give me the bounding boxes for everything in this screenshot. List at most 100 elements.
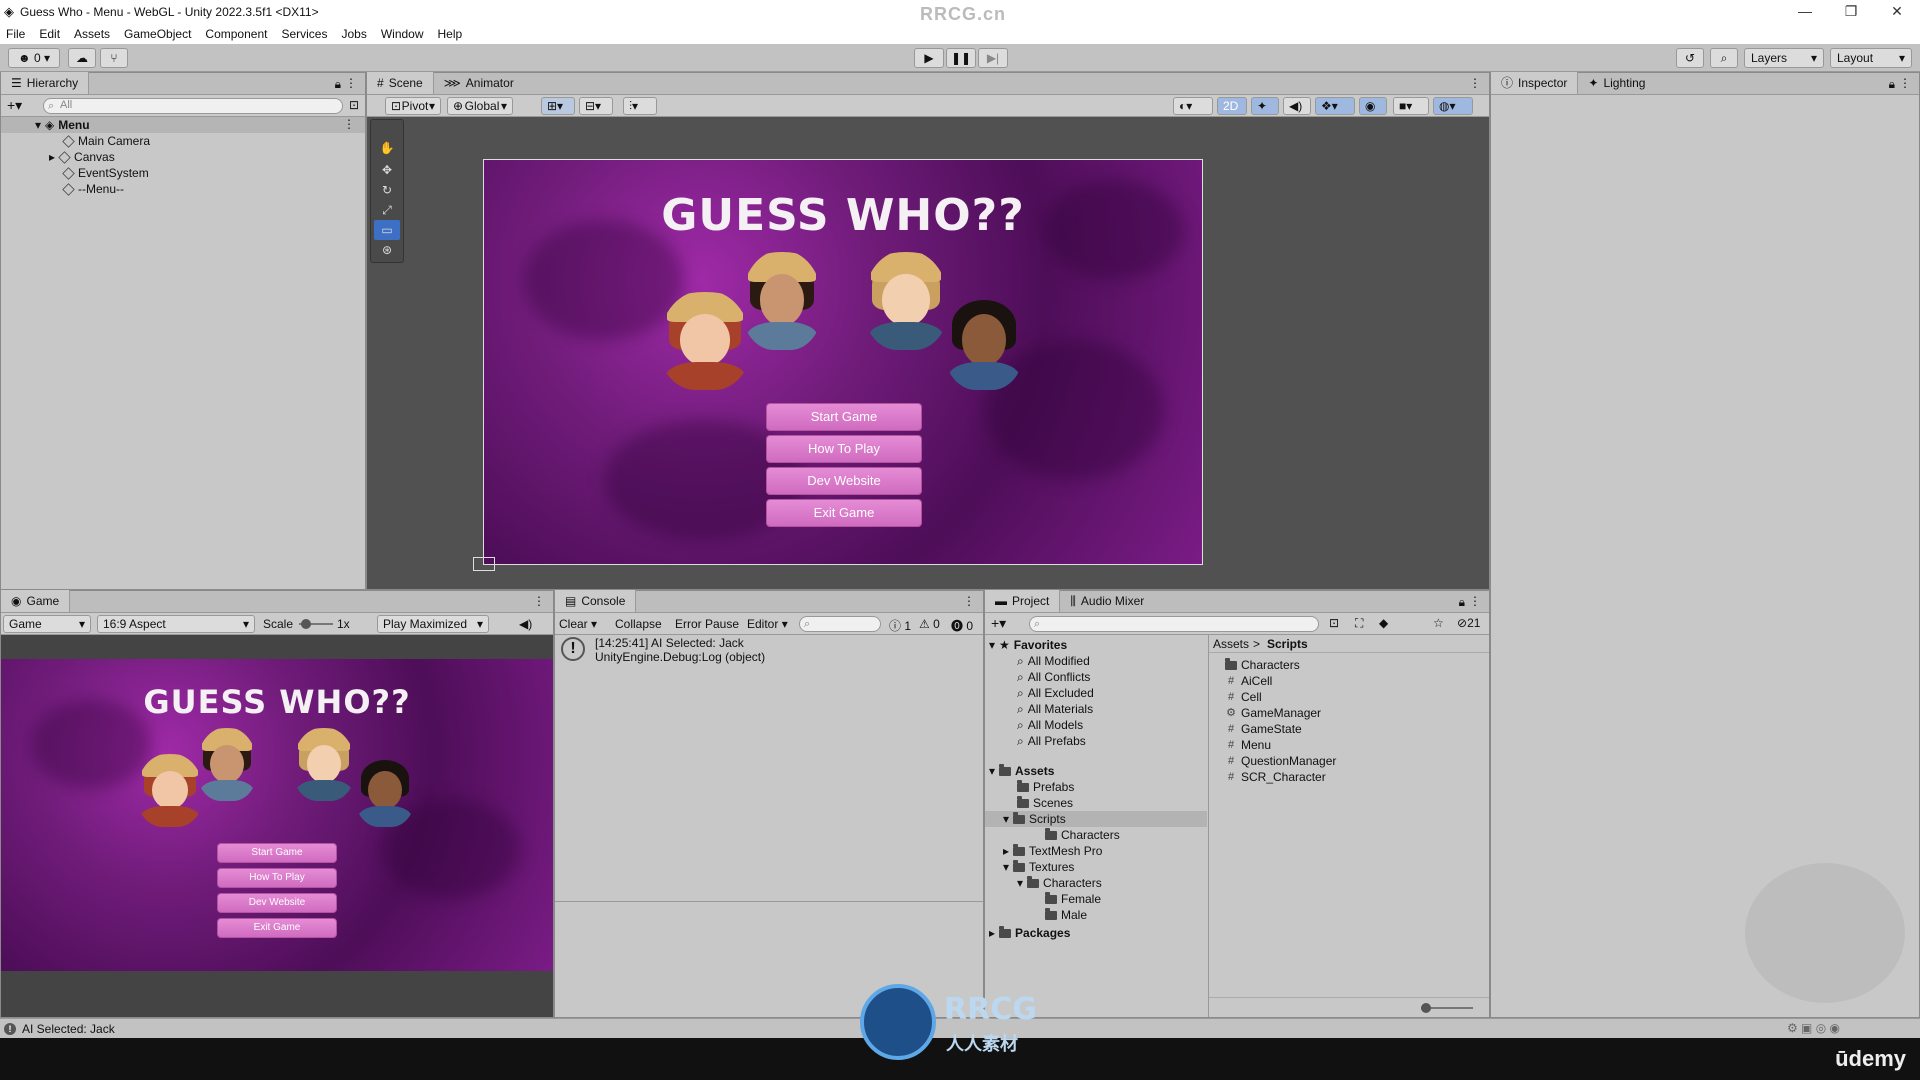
file-item[interactable]: # SCR_Character <box>1225 769 1326 785</box>
menu-jobs[interactable]: Jobs <box>341 27 366 41</box>
file-item[interactable]: # AiCell <box>1225 673 1272 689</box>
lock-icon[interactable]: 🔒︎ <box>335 77 341 92</box>
menu-gameobject[interactable]: GameObject <box>124 27 191 41</box>
favorite-item[interactable]: ⌕ All Conflicts <box>1017 669 1090 685</box>
how-to-play-button[interactable]: How To Play <box>217 868 337 888</box>
favorite-star-icon[interactable]: ☆ <box>1433 616 1444 630</box>
pivot-dropdown[interactable]: ⊡ Pivot ▾ <box>385 97 441 115</box>
camera-dropdown[interactable]: ■▾ <box>1393 97 1429 115</box>
info-count-toggle[interactable]: ⓘ 1 <box>889 617 911 634</box>
console-entry[interactable]: ! [14:25:41] AI Selected: Jack UnityEngi… <box>555 635 983 665</box>
filter-label-icon[interactable]: ◆ <box>1379 616 1388 630</box>
hierarchy-item-eventsystem[interactable]: EventSystem <box>62 165 149 181</box>
tab-console[interactable]: ▤ Console <box>555 590 637 612</box>
folder-prefabs[interactable]: Prefabs <box>1017 779 1074 795</box>
folder-textures-characters[interactable]: ▾ Characters <box>1017 875 1102 891</box>
tab-game[interactable]: ◉ Game <box>1 590 71 612</box>
lighting-toggle[interactable]: ✦ <box>1251 97 1279 115</box>
hand-tool-icon[interactable]: ✋ <box>374 138 400 158</box>
toggle-2d-button[interactable]: 2D <box>1217 97 1247 115</box>
clear-button[interactable]: Clear ▾ <box>559 617 597 631</box>
scale-slider[interactable] <box>299 619 333 629</box>
kebab-menu-icon[interactable]: ⋮ <box>345 76 357 90</box>
effects-dropdown[interactable]: ❖▾ <box>1315 97 1355 115</box>
maximize-button[interactable]: ❐ <box>1828 0 1874 24</box>
gizmos-dropdown[interactable]: ◍▾ <box>1433 97 1473 115</box>
shading-dropdown[interactable]: ◐▾ <box>1173 97 1213 115</box>
audio-toggle[interactable]: ◀) <box>1283 97 1311 115</box>
folder-textmesh-pro[interactable]: ▸ TextMesh Pro <box>1003 843 1102 859</box>
favorite-item[interactable]: ⌕ All Models <box>1017 717 1083 733</box>
minimize-button[interactable]: — <box>1782 0 1828 24</box>
aspect-dropdown[interactable]: 16:9 Aspect ▾ <box>97 615 255 633</box>
packages-folder[interactable]: ▸ Packages <box>989 925 1070 941</box>
folder-male[interactable]: Male <box>1045 907 1087 923</box>
filter-type-icon[interactable]: ⛶ <box>1355 616 1363 631</box>
scale-slider-handle[interactable] <box>301 619 311 629</box>
global-dropdown[interactable]: ⊕ Global ▾ <box>447 97 513 115</box>
lock-icon[interactable]: 🔒︎ <box>1459 595 1465 610</box>
warning-count-toggle[interactable]: ⚠ 0 <box>919 617 940 631</box>
display-dropdown[interactable]: Game ▾ <box>3 615 91 633</box>
play-button[interactable]: ▶ <box>914 48 944 68</box>
history-button[interactable]: ↺ <box>1676 48 1704 68</box>
file-item[interactable]: # GameState <box>1225 721 1302 737</box>
menu-edit[interactable]: Edit <box>39 27 60 41</box>
tab-audio-mixer[interactable]: ⫼ Audio Mixer <box>1060 590 1154 612</box>
status-message[interactable]: AI Selected: Jack <box>22 1022 115 1036</box>
lock-icon[interactable]: 🔒︎ <box>1889 77 1895 92</box>
transform-tool-icon[interactable]: ⊛ <box>374 240 400 260</box>
scene-row[interactable]: ▾ ◈ Menu <box>35 117 90 133</box>
error-count-toggle[interactable]: ⓿ 0 <box>951 617 973 634</box>
layout-dropdown[interactable]: Layout ▾ <box>1830 48 1912 68</box>
scene-search-icon[interactable]: ⊡ <box>349 98 359 112</box>
play-mode-dropdown[interactable]: Play Maximized ▾ <box>377 615 489 633</box>
file-item[interactable]: # Cell <box>1225 689 1262 705</box>
icon-size-slider[interactable] <box>1421 1003 1473 1013</box>
rotate-tool-icon[interactable]: ↻ <box>374 180 400 200</box>
breadcrumb-assets[interactable]: Assets <box>1213 637 1249 651</box>
tab-lighting[interactable]: ✦ Lighting <box>1578 72 1655 94</box>
menu-services[interactable]: Services <box>281 27 327 41</box>
dev-website-button[interactable]: Dev Website <box>217 893 337 913</box>
start-game-button[interactable]: Start Game <box>217 843 337 863</box>
tab-hierarchy[interactable]: ☰ Hierarchy <box>1 72 90 94</box>
game-view[interactable]: GUESS WHO?? Start Game How To Play Dev W… <box>1 635 553 1017</box>
close-button[interactable]: ✕ <box>1874 0 1920 24</box>
exit-game-button[interactable]: Exit Game <box>217 918 337 938</box>
account-dropdown[interactable]: ☻ 0 ▾ <box>8 48 60 68</box>
search-scope-icon[interactable]: ⊡ <box>1329 616 1339 630</box>
file-item[interactable]: Characters <box>1225 657 1300 673</box>
favorite-item[interactable]: ⌕ All Materials <box>1017 701 1093 717</box>
folder-textures[interactable]: ▾ Textures <box>1003 859 1074 875</box>
kebab-menu-icon[interactable]: ⋮ <box>1469 594 1481 608</box>
rect-tool-icon[interactable]: ▭ <box>374 220 400 240</box>
cloud-button[interactable]: ☁ <box>68 48 96 68</box>
favorite-item[interactable]: ⌕ All Excluded <box>1017 685 1094 701</box>
kebab-menu-icon[interactable]: ⋮ <box>963 594 975 608</box>
collapse-button[interactable]: Collapse <box>615 617 662 631</box>
menu-help[interactable]: Help <box>438 27 463 41</box>
menu-window[interactable]: Window <box>381 27 424 41</box>
file-item[interactable]: # QuestionManager <box>1225 753 1336 769</box>
scale-tool-icon[interactable]: ⤢ <box>374 200 400 220</box>
snap-increment-toggle[interactable]: ⊟▾ <box>579 97 613 115</box>
hierarchy-item-menu[interactable]: --Menu-- <box>62 181 124 197</box>
file-item[interactable]: # Menu <box>1225 737 1271 753</box>
folder-scenes[interactable]: Scenes <box>1017 795 1073 811</box>
kebab-menu-icon[interactable]: ⋮ <box>1899 76 1911 90</box>
favorite-item[interactable]: ⌕ All Modified <box>1017 653 1090 669</box>
add-icon[interactable]: +▾ <box>7 97 22 114</box>
folder-scripts-characters[interactable]: Characters <box>1045 827 1120 843</box>
move-tool-icon[interactable]: ✥ <box>374 160 400 180</box>
tab-project[interactable]: ▬ Project <box>985 590 1061 612</box>
favorite-item[interactable]: ⌕ All Prefabs <box>1017 733 1086 749</box>
file-item[interactable]: ⚙ GameManager <box>1225 705 1321 721</box>
favorites-header[interactable]: ▾ ★ Favorites <box>989 637 1067 653</box>
grid-snap-toggle[interactable]: ⊞▾ <box>541 97 575 115</box>
kebab-menu-icon[interactable]: ⋮ <box>1469 76 1481 90</box>
scene-menu-icon[interactable]: ⋮ <box>343 117 355 131</box>
kebab-menu-icon[interactable]: ⋮ <box>533 594 545 608</box>
align-toggle[interactable]: ⫶▾ <box>623 97 657 115</box>
assets-folder[interactable]: ▾ Assets <box>989 763 1054 779</box>
